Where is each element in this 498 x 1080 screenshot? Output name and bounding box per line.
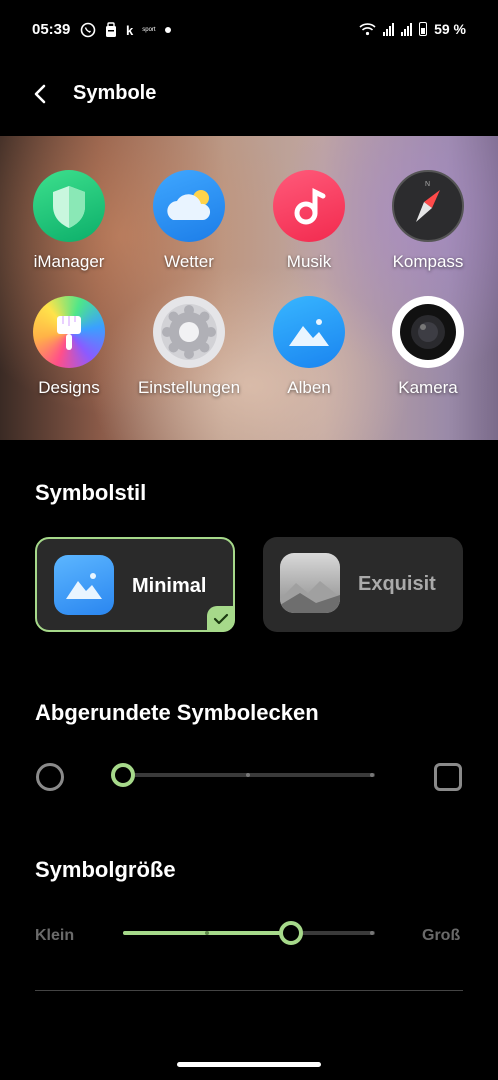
- app-musik: Musik: [249, 170, 369, 272]
- check-icon: [207, 606, 235, 632]
- paint-brush-icon: [33, 296, 105, 368]
- app-label: Einstellungen: [137, 378, 241, 397]
- system-icons: 59 %: [359, 21, 466, 37]
- cloud-sun-icon: [153, 170, 225, 242]
- app-label: Wetter: [164, 252, 214, 271]
- app-label: Kompass: [392, 252, 464, 271]
- app-imanager: iManager: [9, 170, 129, 272]
- corner-radius-title: Abgerundete Symbolecken: [35, 700, 319, 725]
- divider: [35, 990, 463, 991]
- home-indicator[interactable]: [177, 1062, 321, 1067]
- app-einstellungen: Einstellungen: [129, 296, 249, 398]
- app-label: iManager: [33, 252, 105, 271]
- style-option-minimal[interactable]: Minimal: [35, 537, 235, 632]
- gifts-icon: [106, 22, 116, 37]
- slider-knob[interactable]: [111, 763, 135, 787]
- icon-preview: iManager Wetter Musik N Kompass Designs …: [0, 136, 498, 440]
- shield-icon: [33, 170, 105, 242]
- notification-icons: k sport: [80, 22, 171, 38]
- music-note-icon: [273, 170, 345, 242]
- svg-text:N: N: [425, 181, 430, 188]
- signal-icon-2: [401, 22, 413, 36]
- mountains-icon: [280, 553, 340, 613]
- battery-icon: [419, 22, 428, 36]
- app-label: Kamera: [398, 378, 458, 397]
- compass-icon: N: [392, 170, 464, 242]
- style-option-exquisit[interactable]: Exquisit: [263, 537, 463, 632]
- app-designs: Designs: [9, 296, 129, 398]
- mountains-icon: [54, 555, 114, 615]
- rounded-square-icon[interactable]: [434, 763, 462, 791]
- gear-icon: [153, 296, 225, 368]
- sport-app-icon: sport: [142, 27, 156, 33]
- slider-tick: [370, 931, 374, 935]
- circle-shape-icon[interactable]: [36, 763, 64, 791]
- battery-percent: 59 %: [434, 21, 466, 37]
- size-max-label: Groß: [422, 927, 461, 944]
- app-kamera: Kamera: [368, 296, 488, 398]
- icon-style-title: Symbolstil: [35, 480, 147, 505]
- header: Symbole: [0, 62, 498, 132]
- style-option-label: Minimal: [132, 575, 207, 597]
- app-wetter: Wetter: [129, 170, 249, 272]
- wifi-icon: [359, 23, 376, 36]
- app-label: Designs: [38, 378, 100, 397]
- whatsapp-icon: [80, 22, 96, 38]
- status-time: 05:39: [32, 21, 71, 38]
- status-bar: 05:39 k sport 59 %: [0, 0, 498, 62]
- slider-tick: [370, 773, 374, 777]
- size-min-label: Klein: [35, 927, 75, 944]
- app-label: Musik: [286, 252, 332, 271]
- k-app-icon: k: [126, 22, 134, 38]
- app-alben: Alben: [249, 296, 369, 398]
- signal-icon: [383, 22, 395, 36]
- page-title: Symbole: [73, 82, 157, 104]
- slider-tick: [246, 773, 250, 777]
- style-option-label: Exquisit: [358, 573, 436, 595]
- camera-lens-icon: [392, 296, 464, 368]
- more-notifications-dot: [164, 27, 171, 33]
- slider-tick: [205, 931, 209, 935]
- app-label: Alben: [287, 378, 331, 397]
- icon-size-title: Symbolgröße: [35, 857, 176, 882]
- back-arrow-icon[interactable]: [28, 80, 56, 108]
- mountains-icon: [273, 296, 345, 368]
- slider-knob[interactable]: [279, 921, 303, 945]
- app-kompass: N Kompass: [368, 170, 488, 272]
